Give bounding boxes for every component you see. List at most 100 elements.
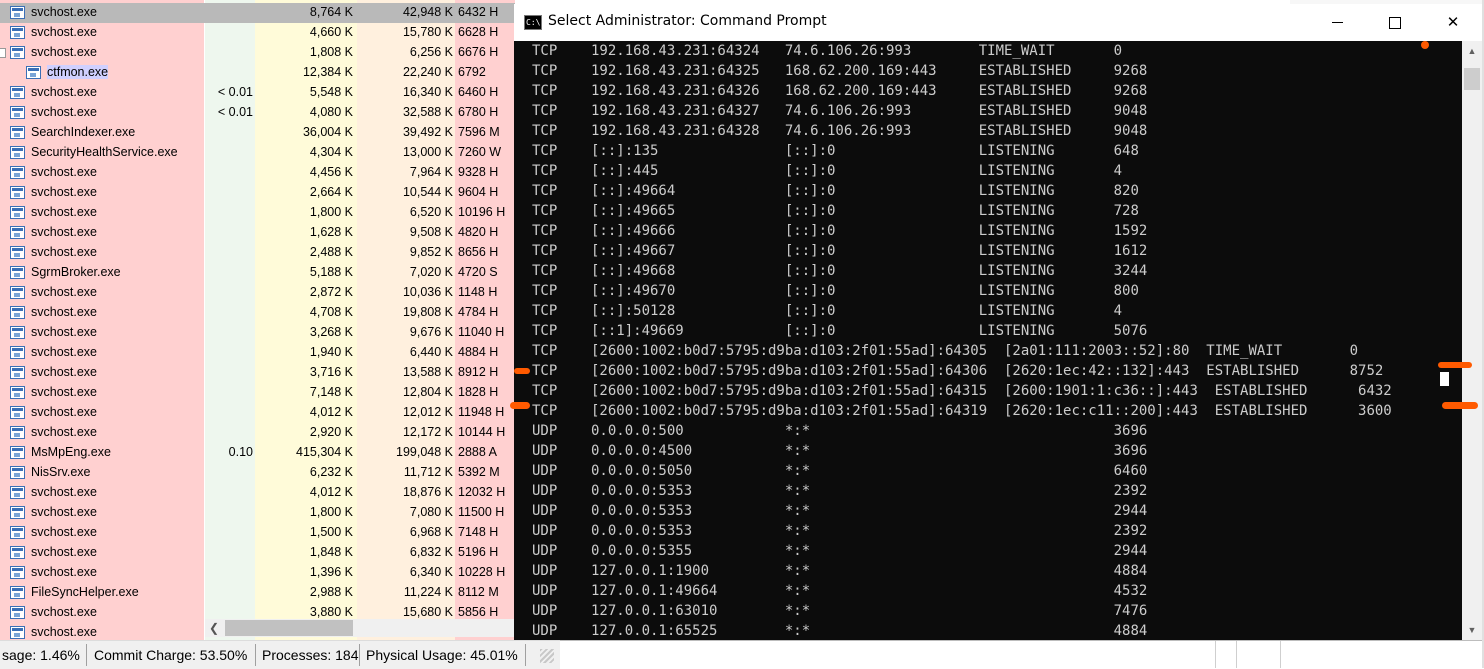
process-name: svchost.exe <box>31 565 98 579</box>
table-row[interactable]: svchost.exe 4,012 K 18,876 K 12032 H <box>0 483 515 503</box>
process-name: SgrmBroker.exe <box>31 265 121 279</box>
pid-value: 2888 A <box>458 445 497 459</box>
collapse-toggle-icon[interactable] <box>0 48 6 58</box>
processes-status: Processes: 184 <box>262 647 359 663</box>
private-bytes-value: 4,012 K <box>309 405 353 419</box>
pid-value: 12032 H <box>458 485 506 499</box>
working-set-value: 39,492 K <box>402 125 453 139</box>
table-row[interactable]: svchost.exe 2,872 K 10,036 K 1148 H <box>0 283 515 303</box>
table-row[interactable]: svchost.exe 8,764 K 42,948 K 6432 H <box>0 3 515 23</box>
cpu-value: < 0.01 <box>217 105 253 119</box>
table-row[interactable]: svchost.exe 4,660 K 15,780 K 6628 H <box>0 23 515 43</box>
process-name: NisSrv.exe <box>31 465 91 479</box>
process-name: svchost.exe <box>31 185 98 199</box>
scroll-up-icon[interactable]: ▲ <box>1462 41 1482 61</box>
process-icon <box>10 286 25 299</box>
table-row[interactable]: svchost.exe 2,488 K 9,852 K 8656 H <box>0 243 515 263</box>
table-row[interactable]: svchost.exe 1,500 K 6,968 K 7148 H <box>0 523 515 543</box>
table-row[interactable]: svchost.exe 1,848 K 6,832 K 5196 H <box>0 543 515 563</box>
working-set-value: 7,020 K <box>409 265 453 279</box>
working-set-value: 9,852 K <box>409 245 453 259</box>
private-bytes-value: 1,940 K <box>309 345 353 359</box>
table-row[interactable]: svchost.exe 2,920 K 12,172 K 10144 H <box>0 423 515 443</box>
process-icon <box>10 346 25 359</box>
process-icon <box>10 526 25 539</box>
cpu-usage-status: sage: 1.46% <box>2 647 80 663</box>
console-line: UDP 127.0.0.1:1900 *:* 4884 <box>532 563 1148 579</box>
table-row[interactable]: svchost.exe 2,664 K 10,544 K 9604 H <box>0 183 515 203</box>
vertical-scrollbar[interactable]: ▲ ▼ <box>1462 41 1482 640</box>
command-prompt-window[interactable]: C:\ Select Administrator: Command Prompt… <box>514 4 1482 640</box>
table-row[interactable]: svchost.exe 4,012 K 12,012 K 11948 H <box>0 403 515 423</box>
pid-value: 5856 H <box>458 605 499 619</box>
process-name: svchost.exe <box>31 325 98 339</box>
table-row[interactable]: svchost.exe 3,268 K 9,676 K 11040 H <box>0 323 515 343</box>
annotation-mark <box>1442 402 1478 409</box>
private-bytes-value: 415,304 K <box>296 445 353 459</box>
pid-value: 8656 H <box>458 245 499 259</box>
console-line: TCP [2600:1002:b0d7:5795:d9ba:d103:2f01:… <box>532 363 1384 379</box>
table-row[interactable]: svchost.exe 1,808 K 6,256 K 6676 H <box>0 43 515 63</box>
minimize-button[interactable] <box>1308 4 1366 41</box>
working-set-value: 199,048 K <box>396 445 453 459</box>
title-bar[interactable]: C:\ Select Administrator: Command Prompt… <box>514 4 1482 41</box>
table-row[interactable]: SgrmBroker.exe 5,188 K 7,020 K 4720 S <box>0 263 515 283</box>
console-app-icon[interactable]: C:\ <box>524 15 542 30</box>
close-button[interactable]: ✕ <box>1424 4 1482 41</box>
table-row[interactable]: FileSyncHelper.exe 2,988 K 11,224 K 8112 M <box>0 583 515 603</box>
maximize-button[interactable] <box>1366 4 1424 41</box>
resize-grip-icon[interactable] <box>540 649 554 663</box>
private-bytes-value: 3,880 K <box>309 605 353 619</box>
table-row[interactable]: svchost.exe 7,148 K 12,804 K 1828 H <box>0 383 515 403</box>
private-bytes-value: 2,664 K <box>309 185 353 199</box>
table-row[interactable]: svchost.exe < 0.01 5,548 K 16,340 K 6460 H <box>0 83 515 103</box>
pid-value: 6460 H <box>458 85 499 99</box>
table-row[interactable]: ctfmon.exe 12,384 K 22,240 K 6792 <box>0 63 515 83</box>
process-name: svchost.exe <box>31 545 98 559</box>
process-explorer-list: svchost.exe 8,764 K 42,948 K 6432 Hsvchost.… <box>0 0 515 640</box>
table-row[interactable]: SecurityHealthService.exe 4,304 K 13,000 K… <box>0 143 515 163</box>
table-row[interactable]: svchost.exe 1,396 K 6,340 K 10228 H <box>0 563 515 583</box>
console-output[interactable]: TCP 192.168.43.231:64324 74.6.106.26:993… <box>514 41 1462 640</box>
process-name: svchost.exe <box>31 365 98 379</box>
table-row[interactable]: svchost.exe < 0.01 4,080 K 32,588 K 6780 H <box>0 103 515 123</box>
working-set-value: 6,968 K <box>409 525 453 539</box>
table-row[interactable]: SearchIndexer.exe 36,004 K 39,492 K 7596 M <box>0 123 515 143</box>
private-bytes-value: 1,808 K <box>309 45 353 59</box>
pid-value: 1828 H <box>458 385 499 399</box>
console-line: UDP 0.0.0.0:500 *:* 3696 <box>532 423 1148 439</box>
table-row[interactable]: svchost.exe 1,800 K 6,520 K 10196 H <box>0 203 515 223</box>
table-row[interactable]: svchost.exe 4,708 K 19,808 K 4784 H <box>0 303 515 323</box>
table-row[interactable]: svchost.exe 4,456 K 7,964 K 9328 H <box>0 163 515 183</box>
scroll-left-icon[interactable]: ❮ <box>205 619 223 637</box>
divider <box>1280 641 1281 668</box>
horizontal-scrollbar[interactable]: ❮ <box>205 619 515 637</box>
table-row[interactable]: svchost.exe 1,628 K 9,508 K 4820 H <box>0 223 515 243</box>
table-row[interactable]: svchost.exe 3,716 K 13,588 K 8912 H <box>0 363 515 383</box>
scroll-down-icon[interactable]: ▼ <box>1462 620 1482 640</box>
table-row[interactable]: NisSrv.exe 6,232 K 11,712 K 5392 M <box>0 463 515 483</box>
process-name: svchost.exe <box>31 5 98 19</box>
process-name: svchost.exe <box>31 405 98 419</box>
cpu-value: 0.10 <box>228 445 253 459</box>
private-bytes-value: 36,004 K <box>302 125 353 139</box>
scroll-thumb[interactable] <box>225 620 353 636</box>
status-divider <box>525 644 526 666</box>
scroll-thumb[interactable] <box>1464 68 1480 90</box>
working-set-value: 11,224 K <box>403 585 453 599</box>
working-set-value: 15,780 K <box>402 25 453 39</box>
console-line: TCP 192.168.43.231:64326 168.62.200.169:… <box>532 83 1148 99</box>
physical-usage-status: Physical Usage: 45.01% <box>366 647 518 663</box>
process-icon <box>10 626 25 639</box>
private-bytes-value: 4,456 K <box>309 165 353 179</box>
annotation-dot <box>1421 41 1429 49</box>
table-row[interactable]: svchost.exe 1,940 K 6,440 K 4884 H <box>0 343 515 363</box>
process-name: FileSyncHelper.exe <box>31 585 139 599</box>
process-icon <box>10 146 25 159</box>
console-line: TCP [2600:1002:b0d7:5795:d9ba:d103:2f01:… <box>532 343 1359 359</box>
private-bytes-value: 1,848 K <box>309 545 353 559</box>
table-row[interactable]: MsMpEng.exe 0.10 415,304 K 199,048 K 2888 A <box>0 443 515 463</box>
working-set-value: 10,036 K <box>402 285 453 299</box>
working-set-value: 11,712 K <box>403 465 453 479</box>
table-row[interactable]: svchost.exe 1,800 K 7,080 K 11500 H <box>0 503 515 523</box>
